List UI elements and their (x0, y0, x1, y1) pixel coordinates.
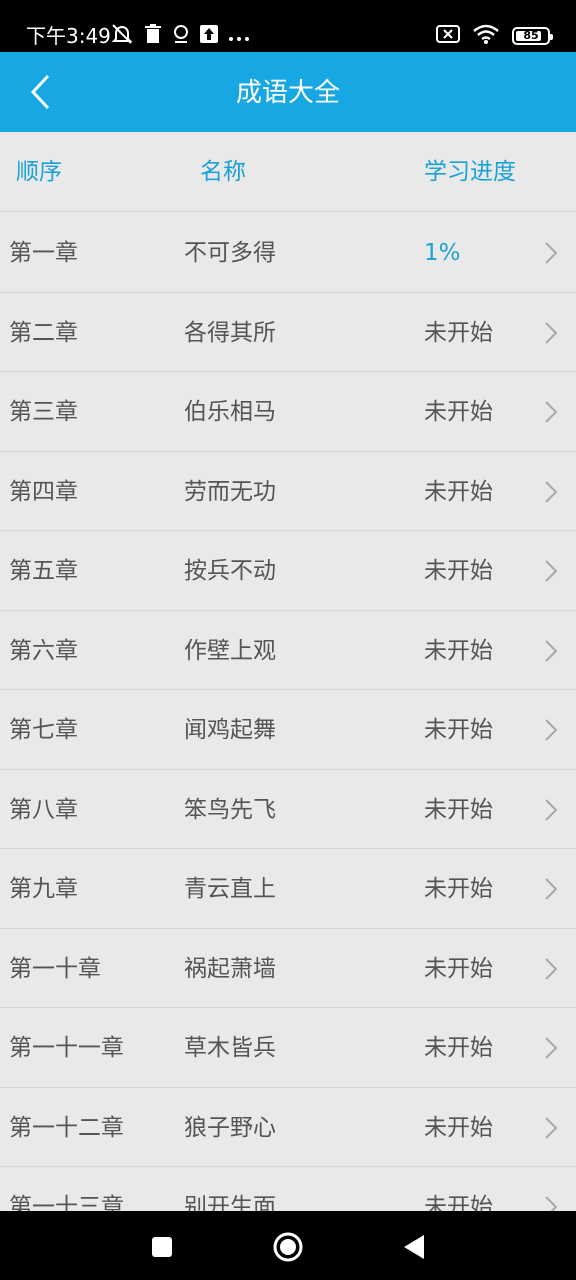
chapter-name: 祸起萧墙 (184, 955, 276, 982)
no-sim-icon (436, 25, 460, 47)
chapter-row[interactable]: 第一十一章 草木皆兵 未开始 (0, 1008, 576, 1088)
chapter-name: 按兵不动 (184, 558, 276, 584)
location-icon (172, 24, 190, 48)
recent-apps-icon (152, 1237, 172, 1257)
wifi-icon (472, 24, 500, 48)
chapter-name: 草木皆兵 (184, 1035, 276, 1061)
header-progress: 学习进度 (424, 159, 516, 185)
chapter-name: 各得其所 (184, 319, 276, 346)
chapter-row[interactable]: 第五章 按兵不动 未开始 (0, 531, 576, 611)
chevron-right-icon (545, 321, 558, 344)
chapter-name: 闻鸡起舞 (184, 717, 276, 743)
chapter-order: 第二章 (9, 319, 78, 346)
chapter-order: 第九章 (9, 876, 78, 902)
chapter-order: 第一章 (9, 240, 78, 266)
chapter-order: 第一十一章 (9, 1035, 124, 1061)
chevron-right-icon (545, 878, 558, 900)
chapter-row[interactable]: 第六章 作壁上观 未开始 (0, 611, 576, 690)
chapter-progress: 未开始 (424, 319, 493, 346)
chapter-row[interactable]: 第四章 劳而无功 未开始 (0, 452, 576, 531)
page-title: 成语大全 (235, 78, 340, 108)
chapter-name: 劳而无功 (184, 478, 276, 505)
chevron-right-icon (545, 401, 558, 423)
chapter-progress: 未开始 (424, 876, 493, 902)
chapter-row[interactable]: 第一十三章 别开生面 未开始 (0, 1167, 576, 1211)
nav-back-button[interactable] (396, 1229, 432, 1265)
chapter-name: 青云直上 (184, 876, 276, 902)
chapter-order: 第一十二章 (9, 1114, 124, 1141)
header-order: 顺序 (16, 159, 62, 185)
chevron-right-icon (545, 480, 558, 503)
chapter-name: 别开生面 (184, 1194, 276, 1211)
chapter-progress: 1% (424, 240, 461, 266)
more-dots-icon (228, 27, 250, 46)
status-icons-right: 85 (436, 24, 553, 48)
home-icon (273, 1232, 303, 1262)
mute-bell-icon (110, 22, 134, 50)
header-name: 名称 (200, 159, 246, 185)
chapter-name: 作壁上观 (184, 637, 276, 664)
chapter-row[interactable]: 第一十章 祸起萧墙 未开始 (0, 929, 576, 1008)
app-bar: 成语大全 (0, 52, 576, 132)
chapter-progress: 未开始 (424, 637, 493, 664)
chapter-order: 第一十三章 (9, 1194, 124, 1211)
chapter-order: 第六章 (9, 637, 78, 664)
chapter-row[interactable]: 第九章 青云直上 未开始 (0, 849, 576, 929)
recent-apps-button[interactable] (144, 1229, 180, 1265)
chevron-right-icon (545, 1116, 558, 1139)
chapter-name: 伯乐相马 (184, 399, 276, 425)
trash-icon (144, 24, 162, 48)
chapter-row[interactable]: 第二章 各得其所 未开始 (0, 293, 576, 372)
chevron-right-icon (545, 1196, 558, 1211)
chapter-row[interactable]: 第七章 闻鸡起舞 未开始 (0, 690, 576, 770)
chapter-progress: 未开始 (424, 717, 493, 743)
chapter-row[interactable]: 第一十二章 狼子野心 未开始 (0, 1088, 576, 1167)
chapter-name: 不可多得 (184, 240, 276, 266)
chapter-progress: 未开始 (424, 1194, 493, 1211)
chevron-right-icon (545, 719, 558, 741)
status-bar: 下午3:49 85 (0, 0, 576, 52)
chapter-name: 笨鸟先飞 (184, 796, 276, 823)
chapter-row[interactable]: 第一章 不可多得 1% (0, 213, 576, 293)
chapter-row[interactable]: 第三章 伯乐相马 未开始 (0, 372, 576, 452)
chapter-list[interactable]: 第一章 不可多得 1% 第二章 各得其所 未开始 第三章 伯乐相马 未开始 第四章 劳而无功 未开始第… (0, 213, 576, 1211)
home-button[interactable] (270, 1229, 306, 1265)
chevron-right-icon (545, 1037, 558, 1059)
chapter-progress: 未开始 (424, 478, 493, 505)
chapter-order: 第三章 (9, 399, 78, 425)
chevron-right-icon (545, 242, 558, 264)
chevron-right-icon (545, 560, 558, 582)
chevron-right-icon (545, 798, 558, 821)
chapter-order: 第四章 (9, 478, 78, 505)
chapter-progress: 未开始 (424, 558, 493, 584)
chapter-progress: 未开始 (424, 399, 493, 425)
chapter-row[interactable]: 第八章 笨鸟先飞 未开始 (0, 770, 576, 849)
chevron-right-icon (545, 639, 558, 662)
back-triangle-icon (404, 1235, 424, 1259)
table-header: 顺序 名称 学习进度 (0, 132, 576, 212)
chevron-right-icon (545, 957, 558, 980)
chapter-order: 第一十章 (9, 955, 101, 982)
battery-icon: 85 (512, 27, 553, 45)
chapter-progress: 未开始 (424, 955, 493, 982)
navigation-bar (0, 1211, 576, 1280)
chapter-order: 第七章 (9, 717, 78, 743)
chapter-progress: 未开始 (424, 1035, 493, 1061)
chapter-progress: 未开始 (424, 796, 493, 823)
status-icons-left (110, 24, 250, 48)
chapter-order: 第八章 (9, 796, 78, 823)
chapter-progress: 未开始 (424, 1114, 493, 1141)
battery-level-text: 85 (523, 29, 539, 42)
upload-icon (200, 25, 218, 47)
chapter-name: 狼子野心 (184, 1114, 276, 1141)
chapter-order: 第五章 (9, 558, 78, 584)
status-time: 下午3:49 (26, 24, 111, 48)
